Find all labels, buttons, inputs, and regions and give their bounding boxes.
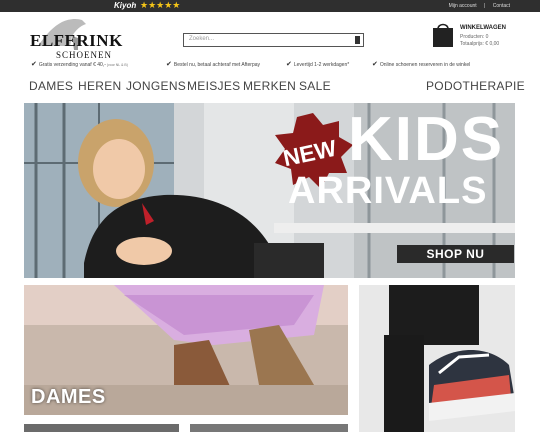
sneaker-photo xyxy=(359,285,515,432)
check-icon: ✔ xyxy=(372,61,378,68)
logo-subtitle: SCHOENEN xyxy=(56,50,113,60)
kiyoh-logo[interactable]: Kiyoh xyxy=(114,1,136,10)
check-icon: ✔ xyxy=(31,61,37,68)
dames-tile-label: DAMES xyxy=(31,386,106,408)
logo-wordmark: ELFERINK xyxy=(30,31,123,50)
top-links-divider: | xyxy=(484,3,486,9)
check-icon: ✔ xyxy=(286,61,292,68)
search-placeholder: Zoeken... xyxy=(189,36,215,42)
search-icon[interactable] xyxy=(355,36,360,44)
cart-products: Producten: 0 xyxy=(460,34,489,40)
check-icon: ✔ xyxy=(166,61,172,68)
my-account-link[interactable]: Mijn account xyxy=(449,3,477,9)
top-bar: Kiyoh ★★★★★ Mijn account | Contact xyxy=(0,0,540,12)
nav-merken[interactable]: MERKEN xyxy=(243,79,296,93)
category-tile[interactable] xyxy=(24,424,179,432)
hero-kids-title: KIDS xyxy=(348,105,505,174)
nav-meisjes[interactable]: MEISJES xyxy=(187,79,240,93)
category-tile[interactable] xyxy=(190,424,348,432)
shop-now-button[interactable]: SHOP NU xyxy=(397,245,514,263)
usp-reserve: ✔ Online schoenen reserveren in de winkel xyxy=(372,61,471,68)
search-input[interactable]: Zoeken... xyxy=(183,33,364,47)
rating-stars: ★★★★★ xyxy=(140,0,181,10)
top-links: Mijn account | Contact xyxy=(443,2,510,10)
usp-afterpay: ✔ Bestel nu, betaal achteraf met Afterpay xyxy=(166,61,261,68)
cart-total: Totaalprijs: € 0,00 xyxy=(460,41,500,47)
nav-podotherapie[interactable]: PODOTHERAPIE xyxy=(426,79,525,93)
cart-title[interactable]: WINKELWAGEN xyxy=(460,25,506,31)
shopping-bag-icon[interactable] xyxy=(432,20,454,48)
usp-free-shipping: ✔ Gratis verzending vanaf € 40,- (voor NL… xyxy=(31,61,128,68)
nav-jongens[interactable]: JONGENS xyxy=(126,79,186,93)
hero-arrivals-title: ARRIVALS xyxy=(288,170,488,212)
nav-dames[interactable]: DAMES xyxy=(29,79,73,93)
sneaker-tile[interactable] xyxy=(359,285,515,432)
site-logo[interactable]: ELFERINK SCHOENEN xyxy=(28,16,128,60)
nav-sale[interactable]: SALE xyxy=(299,79,331,93)
nav-heren[interactable]: HEREN xyxy=(78,79,122,93)
contact-link[interactable]: Contact xyxy=(493,3,510,9)
usp-delivery: ✔ Levertijd 1-2 werkdagen* xyxy=(286,61,350,68)
